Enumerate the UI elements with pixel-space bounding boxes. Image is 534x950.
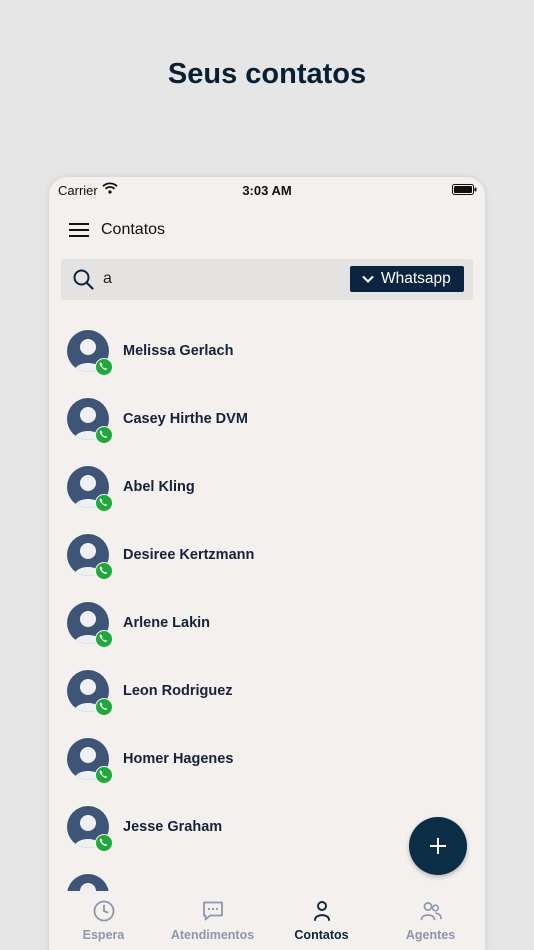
menu-icon[interactable] [69,222,89,238]
whatsapp-icon [95,766,113,784]
battery-icon [452,184,477,195]
whatsapp-icon [95,426,113,444]
contact-name: Homer Hagenes [123,751,234,767]
status-bar: Carrier 3:03 AM [49,177,485,203]
chevron-down-icon [362,275,374,283]
list-item[interactable]: Desiree Kertzmann [49,521,485,589]
contact-name: Desiree Kertzmann [123,547,255,563]
list-item[interactable]: Abel Kling [49,453,485,521]
tab-label: Contatos [294,928,349,942]
tab-atendimentos[interactable]: Atendimentos [158,891,267,950]
people-icon [420,902,442,921]
whatsapp-icon [95,834,113,852]
clock: 3:03 AM [242,183,292,198]
list-item[interactable]: Leon Rodriguez [49,657,485,725]
whatsapp-icon [95,630,113,648]
contact-name: Abel Kling [123,479,195,495]
list-item[interactable]: Melissa Gerlach [49,317,485,385]
screen-title: Contatos [101,221,166,238]
tab-espera[interactable]: Espera [49,891,158,950]
tab-label: Agentes [405,928,456,942]
tab-contatos[interactable]: Contatos [267,891,376,950]
tab-label: Atendimentos [170,928,255,942]
add-contact-button[interactable] [409,817,467,875]
contact-name: Jesse Graham [123,819,223,835]
tab-agentes[interactable]: Agentes [376,891,485,950]
tab-label: Espera [82,928,125,942]
list-item[interactable]: Arlene Lakin [49,589,485,657]
contact-name: Arlene Lakin [123,615,211,631]
whatsapp-icon [95,562,113,580]
list-item[interactable]: Casey Hirthe DVM [49,385,485,453]
contact-name: Casey Hirthe DVM [123,411,248,427]
app-bar: Contatos [49,213,485,249]
person-icon [313,901,330,921]
channel-filter-label: Whatsapp [381,270,451,287]
whatsapp-icon [95,494,113,512]
chat-icon [202,901,223,921]
phone-frame: Carrier 3:03 AM Contatos a Whatsapp Meli… [49,177,485,950]
bottom-tab-bar: Espera Atendimentos Contatos Agentes [49,891,485,950]
whatsapp-icon [95,358,113,376]
search-bar: Whatsapp [61,259,473,300]
contact-name: Melissa Gerlach [123,343,234,359]
list-item[interactable]: Homer Hagenes [49,725,485,793]
channel-filter-dropdown[interactable]: Whatsapp [350,266,464,292]
search-icon [73,269,94,290]
clock-icon [93,900,114,922]
search-input[interactable] [103,267,343,291]
contact-name: Leon Rodriguez [123,683,233,699]
plus-icon [430,838,446,854]
page-title: Seus contatos [167,58,367,90]
whatsapp-icon [95,698,113,716]
